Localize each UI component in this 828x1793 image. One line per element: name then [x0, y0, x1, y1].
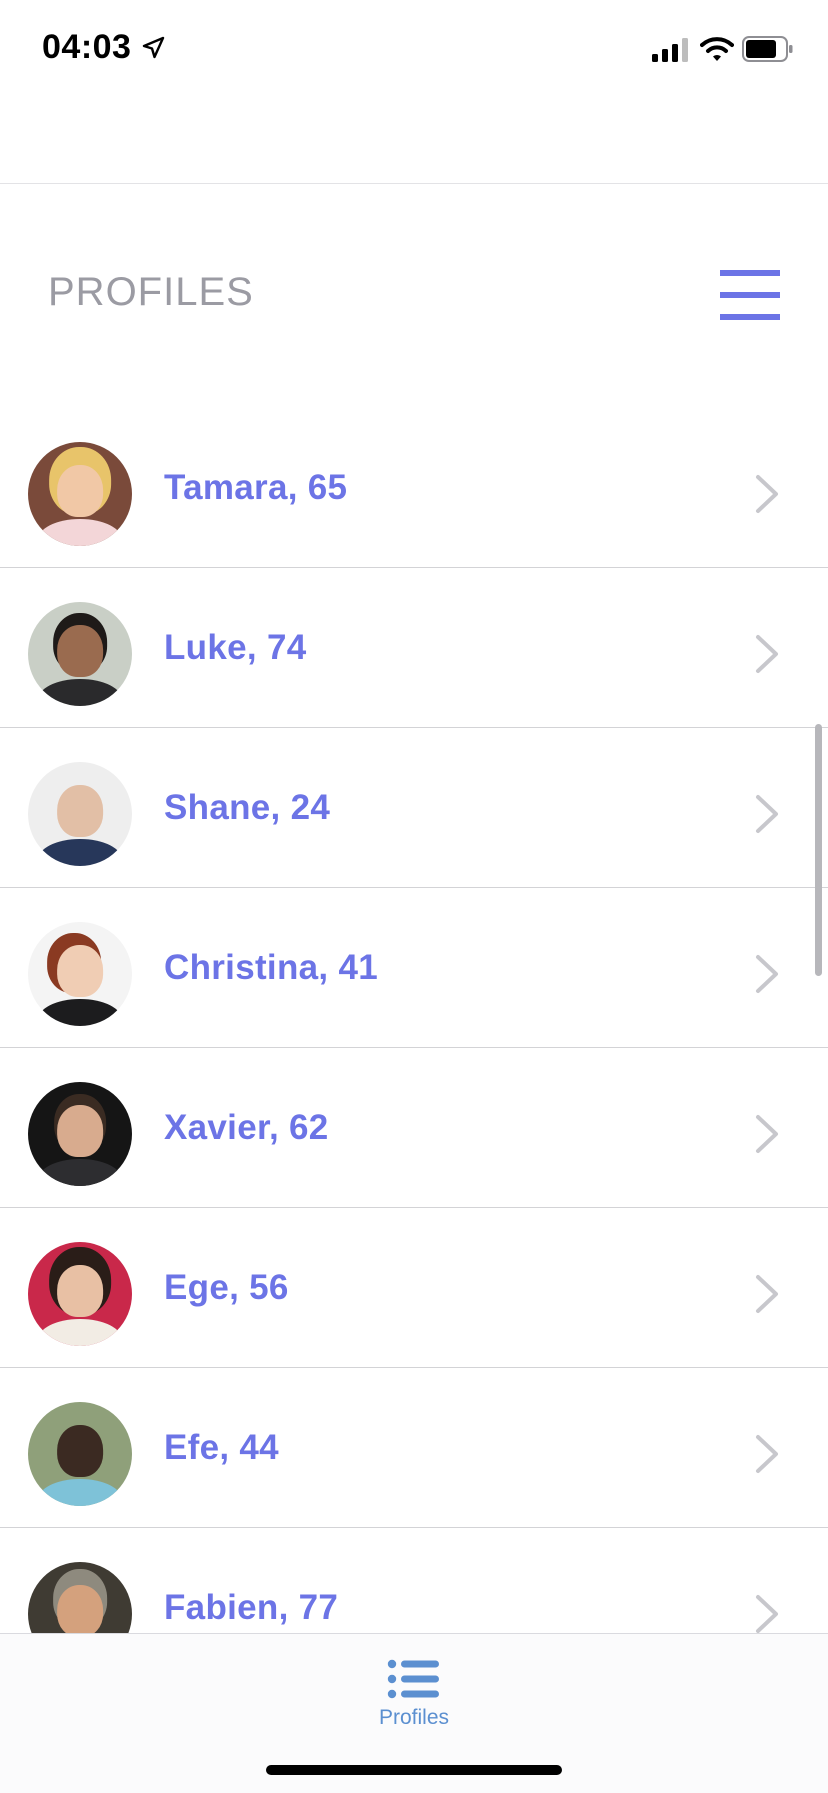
avatar — [28, 1082, 132, 1186]
avatar — [28, 602, 132, 706]
avatar — [28, 1242, 132, 1346]
profile-name: Efe, 44 — [164, 1428, 279, 1467]
tab-profiles[interactable]: Profiles — [364, 1654, 464, 1744]
avatar — [28, 922, 132, 1026]
profile-name: Luke, 74 — [164, 628, 307, 667]
list-icon — [387, 1659, 439, 1699]
chevron-right-icon — [756, 1595, 778, 1633]
profile-list: Tamara, 65 Luke, 74 Shane, 24 Christina,… — [0, 408, 828, 1633]
avatar — [28, 1562, 132, 1633]
status-time: 04:03 — [42, 28, 132, 66]
chevron-right-icon — [756, 1275, 778, 1313]
list-item[interactable]: Xavier, 62 — [0, 1048, 828, 1208]
avatar — [28, 1402, 132, 1506]
status-bar: 04:03 — [0, 0, 828, 100]
profile-name: Tamara, 65 — [164, 468, 348, 507]
chevron-right-icon — [756, 1115, 778, 1153]
avatar — [28, 442, 132, 546]
list-item[interactable]: Efe, 44 — [0, 1368, 828, 1528]
battery-icon — [742, 36, 793, 62]
list-item[interactable]: Christina, 41 — [0, 888, 828, 1048]
avatar — [28, 762, 132, 866]
list-item[interactable]: Fabien, 77 — [0, 1528, 828, 1633]
location-arrow-icon — [142, 36, 165, 59]
chevron-right-icon — [756, 795, 778, 833]
tab-label: Profiles — [378, 1706, 450, 1729]
wifi-icon — [700, 37, 734, 61]
chevron-right-icon — [756, 475, 778, 513]
profile-name: Ege, 56 — [164, 1268, 289, 1307]
list-item[interactable]: Tamara, 65 — [0, 408, 828, 568]
page-title: PROFILES — [48, 270, 254, 314]
profile-name: Xavier, 62 — [164, 1108, 329, 1147]
home-indicator — [266, 1765, 562, 1775]
cellular-signal-icon — [652, 38, 688, 62]
profile-name: Christina, 41 — [164, 948, 378, 987]
top-divider — [0, 183, 828, 184]
chevron-right-icon — [756, 955, 778, 993]
chevron-right-icon — [756, 635, 778, 673]
scroll-indicator[interactable] — [815, 724, 822, 976]
list-item[interactable]: Ege, 56 — [0, 1208, 828, 1368]
list-item[interactable]: Luke, 74 — [0, 568, 828, 728]
hamburger-menu-icon[interactable] — [714, 268, 780, 324]
profile-name: Fabien, 77 — [164, 1588, 339, 1627]
profile-name: Shane, 24 — [164, 788, 331, 827]
list-item[interactable]: Shane, 24 — [0, 728, 828, 888]
chevron-right-icon — [756, 1435, 778, 1473]
